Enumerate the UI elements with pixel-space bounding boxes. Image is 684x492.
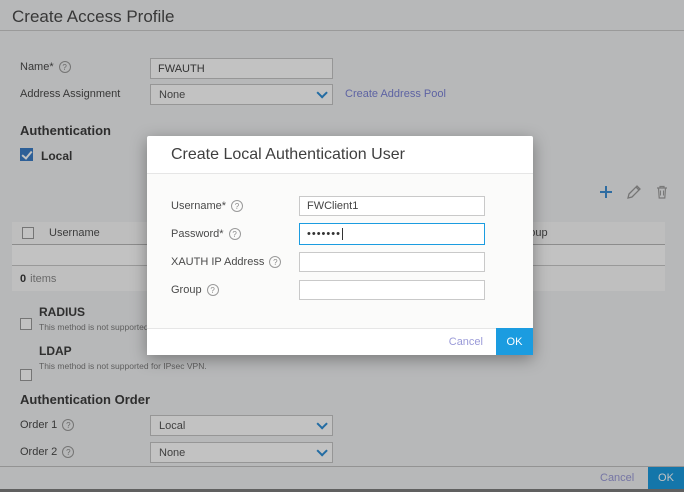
modal-cancel-button[interactable]: Cancel <box>449 336 483 348</box>
username-label-text: Username* <box>171 200 226 212</box>
password-masked-value: ••••••• <box>307 228 341 240</box>
username-input[interactable] <box>299 196 485 216</box>
group-input[interactable] <box>299 280 485 300</box>
help-icon[interactable] <box>231 200 243 212</box>
modal-title: Create Local Authentication User <box>171 146 405 164</box>
xauth-ip-label: XAUTH IP Address <box>171 256 281 268</box>
password-input[interactable]: ••••••• <box>299 223 485 245</box>
help-icon[interactable] <box>207 284 219 296</box>
modal-body: Username* Password* ••••••• XAUTH IP Add… <box>147 174 533 328</box>
modal-title-bar: Create Local Authentication User <box>147 136 533 174</box>
group-label-text: Group <box>171 284 202 296</box>
password-label: Password* <box>171 228 241 240</box>
xauth-ip-label-text: XAUTH IP Address <box>171 256 264 268</box>
create-local-auth-user-dialog: Create Local Authentication User Usernam… <box>147 136 533 355</box>
text-cursor <box>342 228 343 240</box>
modal-ok-button[interactable]: OK <box>496 328 533 355</box>
group-label: Group <box>171 284 219 296</box>
xauth-ip-input[interactable] <box>299 252 485 272</box>
username-label: Username* <box>171 200 243 212</box>
password-label-text: Password* <box>171 228 224 240</box>
modal-footer: Cancel OK <box>147 328 533 355</box>
help-icon[interactable] <box>269 256 281 268</box>
help-icon[interactable] <box>229 228 241 240</box>
